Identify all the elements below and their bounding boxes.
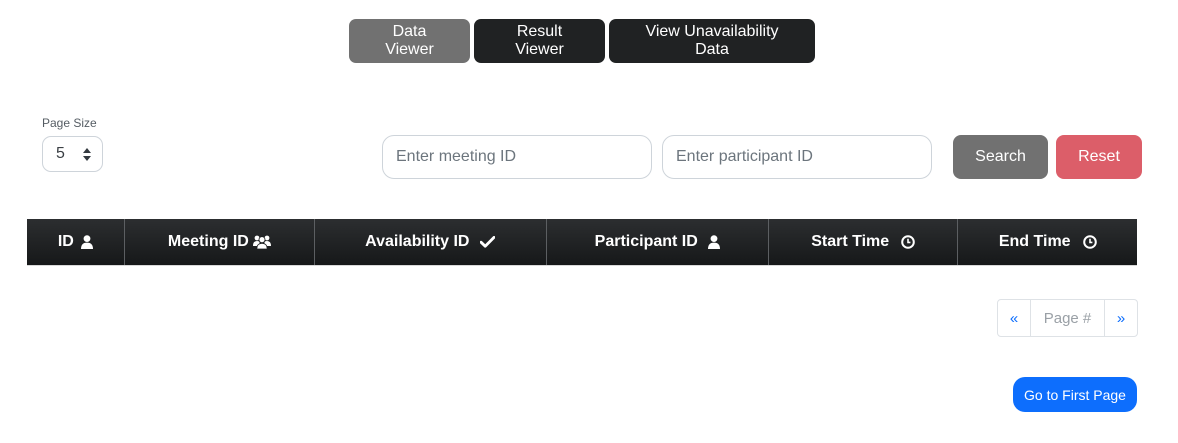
column-header-id[interactable]: ID [27,219,125,265]
page-size-select[interactable]: 5 [42,136,103,172]
data-table-container: ID Meeting ID Availability ID Participan… [27,219,1137,266]
user-icon [707,235,720,249]
data-table: ID Meeting ID Availability ID Participan… [27,219,1137,265]
tab-view-unavailability-data[interactable]: View Unavailability Data [609,19,815,63]
column-label: Availability ID [365,233,470,250]
reset-button[interactable]: Reset [1056,135,1142,179]
participant-id-search-input[interactable] [662,135,932,179]
search-button[interactable]: Search [953,135,1048,179]
go-to-first-page-button[interactable]: Go to First Page [1013,377,1137,412]
page-size-label: Page Size [42,116,97,130]
meeting-id-search-input[interactable] [382,135,652,179]
column-label: ID [57,233,74,250]
page-size-value: 5 [56,145,65,162]
column-header-meeting-id[interactable]: Meeting ID [124,219,316,265]
sort-caret-icon [83,148,91,161]
check-icon [480,236,496,248]
next-page-button[interactable]: » [1104,299,1138,337]
column-header-end-time[interactable]: End Time [957,219,1137,265]
column-label: Start Time [811,233,890,250]
page-number-input[interactable]: Page # [1031,299,1104,337]
tab-data-viewer[interactable]: Data Viewer [349,19,470,63]
pagination: « Page # » [997,299,1138,337]
table-bottom-border [27,265,1137,266]
column-header-participant-id[interactable]: Participant ID [546,219,769,265]
column-label: Participant ID [594,233,698,250]
column-label: End Time [998,233,1071,250]
top-nav: Data Viewer Result Viewer View Unavailab… [349,19,815,63]
table-header-row: ID Meeting ID Availability ID Participan… [27,219,1137,265]
column-label: Meeting ID [167,233,249,250]
user-icon [80,235,93,249]
tab-result-viewer[interactable]: Result Viewer [474,19,605,63]
users-icon [252,235,271,249]
column-header-start-time[interactable]: Start Time [768,219,959,265]
previous-page-button[interactable]: « [997,299,1031,337]
clock-icon [1082,235,1097,249]
clock-icon [901,235,915,249]
column-header-availability-id[interactable]: Availability ID [314,219,547,265]
